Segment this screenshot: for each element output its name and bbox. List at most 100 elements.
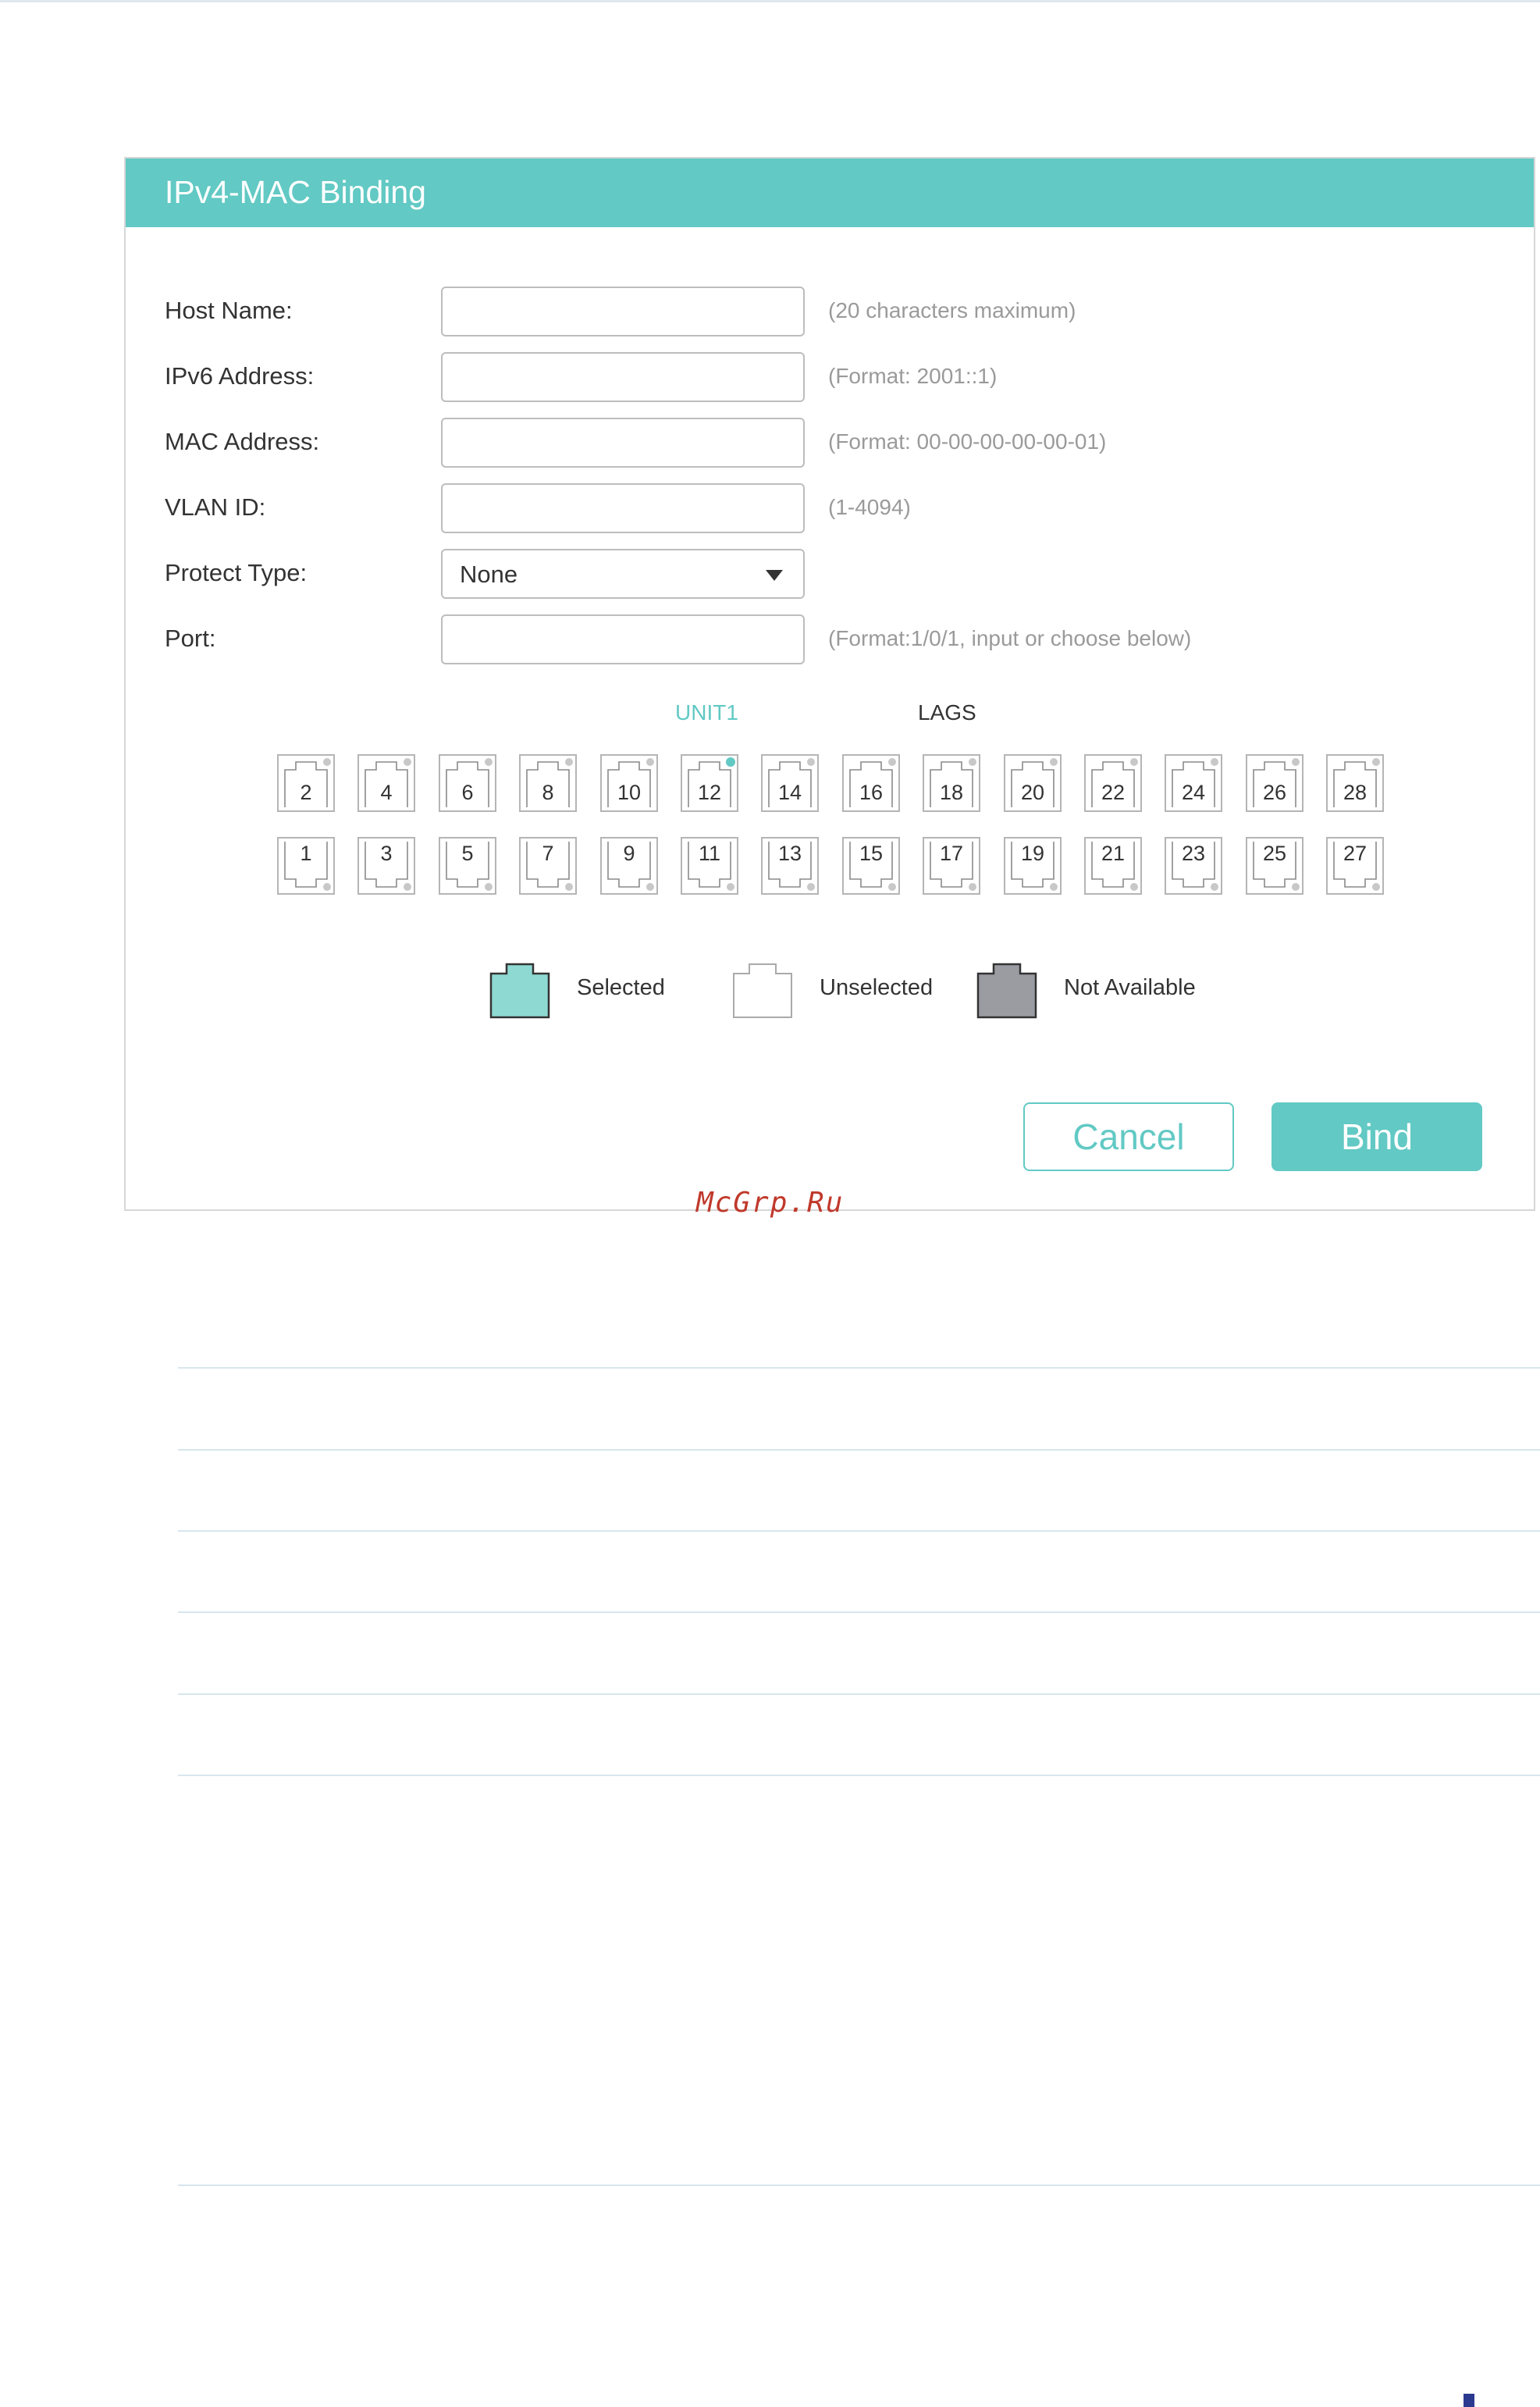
port-8[interactable]: 8 (519, 754, 577, 812)
port-number: 8 (542, 781, 554, 804)
port-number: 15 (859, 842, 884, 865)
port-number: 13 (777, 842, 802, 865)
port-label: Port: (165, 625, 216, 652)
mac-address-label: MAC Address: (165, 428, 320, 455)
ipv4-mac-binding-dialog: IPv4-MAC Binding Host Name: (20 characte… (124, 157, 1535, 1211)
ipv6-address-input[interactable] (441, 352, 805, 402)
table-divider (178, 1449, 1540, 1451)
port-6[interactable]: 6 (439, 754, 496, 812)
port-number: 5 (461, 842, 474, 865)
port-number: 7 (542, 842, 554, 865)
dialog-title: IPv4-MAC Binding (165, 174, 426, 210)
port-15[interactable]: 15 (842, 837, 900, 895)
port-number: 17 (939, 842, 964, 865)
port-4[interactable]: 4 (357, 754, 415, 812)
port-28[interactable]: 28 (1326, 754, 1384, 812)
ipv6-address-label: IPv6 Address: (165, 362, 315, 390)
host-name-input[interactable] (441, 287, 805, 336)
port-17[interactable]: 17 (923, 837, 980, 895)
port-number: 20 (1020, 781, 1045, 804)
mac-address-input[interactable] (441, 418, 805, 468)
port-number: 3 (380, 842, 393, 865)
host-name-label: Host Name: (165, 297, 293, 324)
port-number: 23 (1181, 842, 1206, 865)
watermark-text: McGrp.Ru (696, 1187, 845, 1219)
protect-type-select[interactable]: None (441, 549, 805, 599)
port-18[interactable]: 18 (923, 754, 980, 812)
unselected-port-icon (733, 963, 792, 1018)
legend-unselected-label: Unselected (820, 975, 934, 1000)
port-25[interactable]: 25 (1246, 837, 1303, 895)
corner-mark (1464, 2394, 1474, 2407)
tab-lags[interactable]: LAGS (918, 700, 976, 725)
table-divider (178, 1611, 1540, 1613)
vlan-id-row: VLAN ID: (1-4094) (126, 483, 1534, 533)
selected-port-icon (489, 963, 550, 1019)
cancel-button[interactable]: Cancel (1023, 1102, 1234, 1171)
chevron-down-icon (766, 570, 783, 581)
port-number: 24 (1181, 781, 1206, 804)
vlan-id-label: VLAN ID: (165, 493, 266, 521)
port-23[interactable]: 23 (1165, 837, 1222, 895)
port-number: 9 (623, 842, 635, 865)
port-14[interactable]: 14 (761, 754, 819, 812)
vlan-id-input[interactable] (441, 483, 805, 533)
not-available-port-icon (976, 963, 1037, 1019)
tab-unit1[interactable]: UNIT1 (675, 700, 738, 725)
port-3[interactable]: 3 (357, 837, 415, 895)
port-12[interactable]: 12 (681, 754, 738, 812)
port-9[interactable]: 9 (600, 837, 658, 895)
port-10[interactable]: 10 (600, 754, 658, 812)
port-number: 11 (698, 842, 721, 865)
port-19[interactable]: 19 (1004, 837, 1062, 895)
port-26[interactable]: 26 (1246, 754, 1303, 812)
bind-button[interactable]: Bind (1271, 1102, 1482, 1171)
vlan-id-hint: (1-4094) (828, 495, 911, 519)
port-number: 14 (777, 781, 802, 804)
port-number: 1 (300, 842, 312, 865)
port-24[interactable]: 24 (1165, 754, 1222, 812)
host-name-row: Host Name: (20 characters maximum) (126, 287, 1534, 336)
port-number: 19 (1020, 842, 1045, 865)
table-divider (178, 1530, 1540, 1532)
port-number: 22 (1101, 781, 1126, 804)
port-number: 25 (1262, 842, 1287, 865)
port-number: 21 (1101, 842, 1126, 865)
protect-type-label: Protect Type: (165, 559, 308, 586)
table-divider (178, 1693, 1540, 1695)
ipv6-address-row: IPv6 Address: (Format: 2001::1) (126, 352, 1534, 402)
port-27[interactable]: 27 (1326, 837, 1384, 895)
port-22[interactable]: 22 (1084, 754, 1142, 812)
port-5[interactable]: 5 (439, 837, 496, 895)
port-row: Port: (Format:1/0/1, input or choose bel… (126, 614, 1534, 664)
legend-not-available-label: Not Available (1064, 975, 1196, 1000)
port-number: 16 (859, 781, 884, 804)
mac-address-row: MAC Address: (Format: 00-00-00-00-00-01) (126, 418, 1534, 468)
port-13[interactable]: 13 (761, 837, 819, 895)
port-20[interactable]: 20 (1004, 754, 1062, 812)
table-divider (178, 1367, 1540, 1369)
port-hint: (Format:1/0/1, input or choose below) (828, 626, 1192, 650)
port-number: 4 (380, 781, 393, 804)
port-1[interactable]: 1 (277, 837, 335, 895)
port-7[interactable]: 7 (519, 837, 577, 895)
port-number: 28 (1343, 781, 1368, 804)
table-divider (178, 2184, 1540, 2186)
protect-type-value: None (460, 561, 518, 588)
port-number: 10 (617, 781, 642, 804)
port-number: 2 (300, 781, 312, 804)
port-number: 26 (1262, 781, 1287, 804)
port-number: 12 (697, 781, 722, 804)
port-2[interactable]: 2 (277, 754, 335, 812)
port-number: 27 (1343, 842, 1368, 865)
port-number: 6 (461, 781, 474, 804)
port-number: 18 (939, 781, 964, 804)
port-16[interactable]: 16 (842, 754, 900, 812)
port-input[interactable] (441, 614, 805, 664)
table-divider (178, 1775, 1540, 1776)
ipv6-address-hint: (Format: 2001::1) (828, 364, 998, 388)
port-11[interactable]: 11 (681, 837, 738, 895)
host-name-hint: (20 characters maximum) (828, 298, 1076, 322)
port-21[interactable]: 21 (1084, 837, 1142, 895)
dialog-header: IPv4-MAC Binding (126, 158, 1534, 227)
